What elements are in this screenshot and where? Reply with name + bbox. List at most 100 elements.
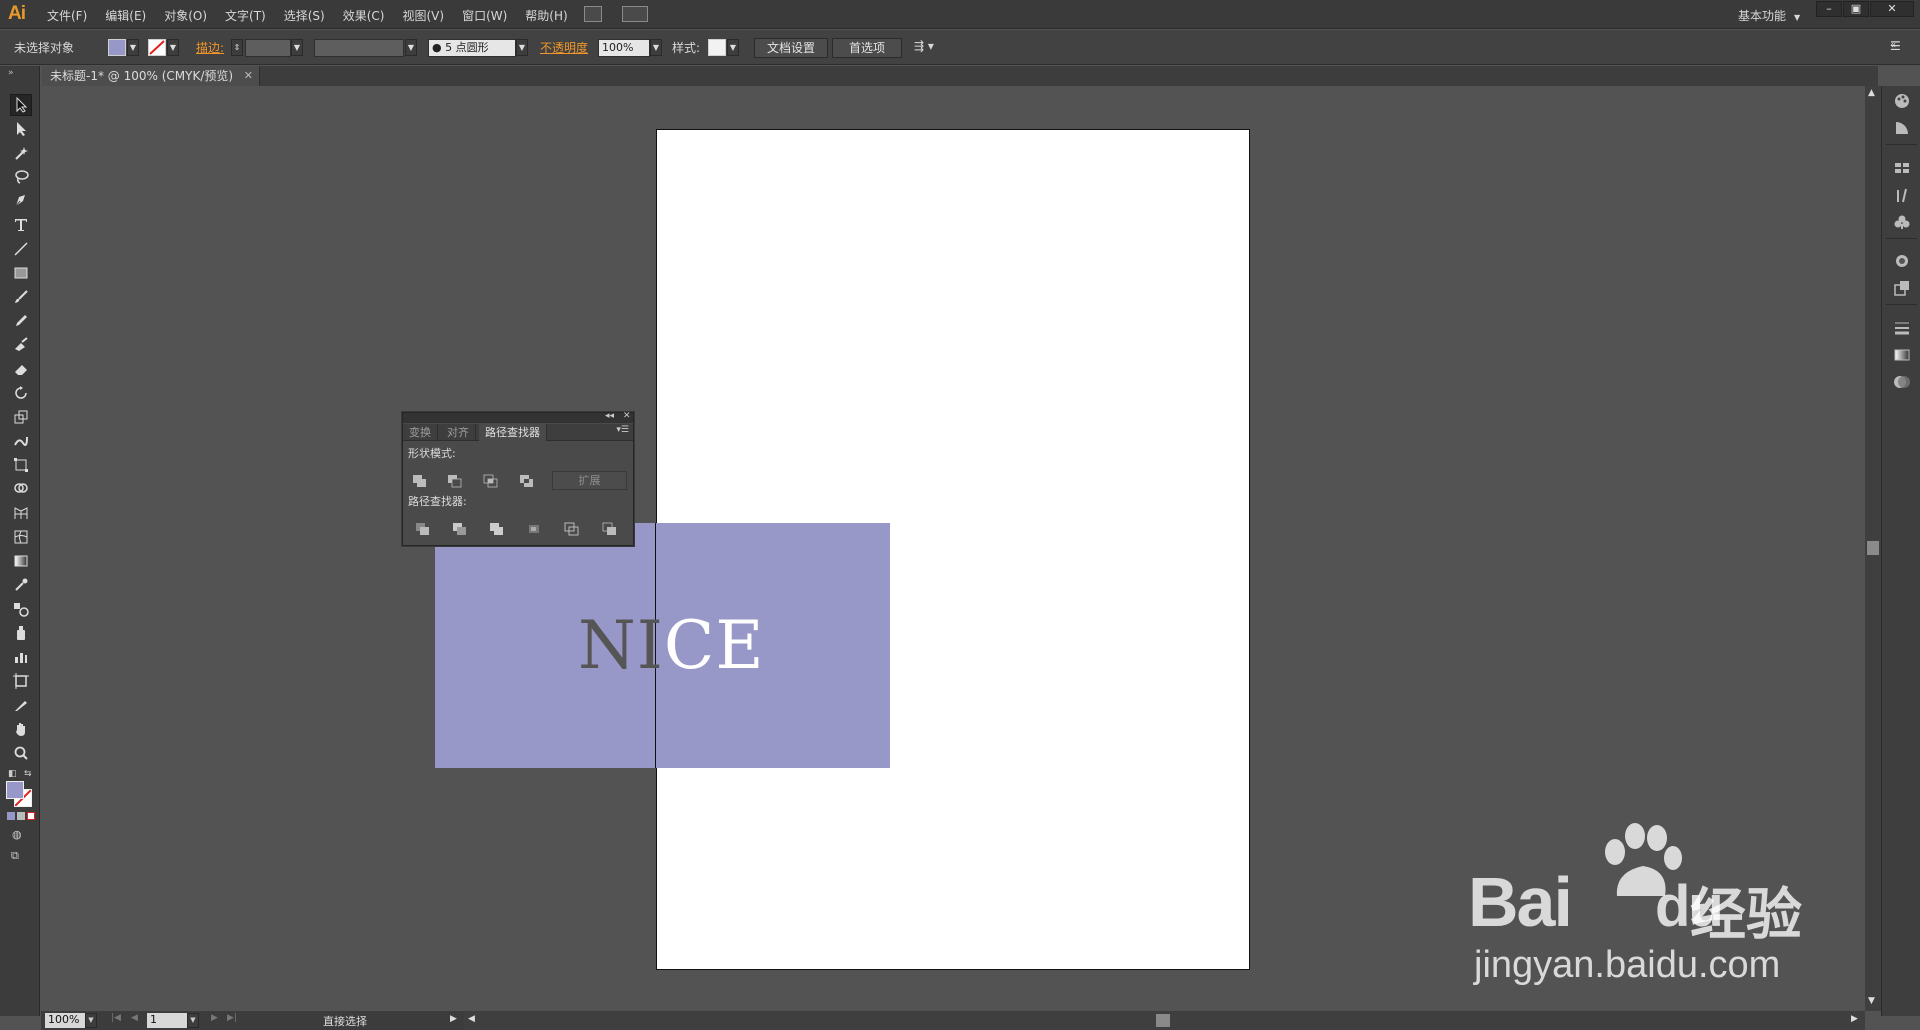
opacity-dropdown[interactable]: ▼ xyxy=(650,39,662,56)
perspective-grid-tool[interactable] xyxy=(10,502,32,524)
swap-colors-icon[interactable]: ⇆ xyxy=(24,769,32,779)
unite-button[interactable] xyxy=(412,474,428,488)
bridge-icon[interactable] xyxy=(584,6,602,22)
vertical-scrollbar[interactable]: ▲ ▼ xyxy=(1865,86,1881,1011)
rotate-tool[interactable] xyxy=(10,382,32,404)
horizontal-scroll-thumb[interactable] xyxy=(1156,1014,1170,1027)
last-artboard-icon[interactable]: ▶| xyxy=(227,1013,237,1023)
menu-view[interactable]: 视图(V) xyxy=(402,7,444,24)
merge-button[interactable] xyxy=(489,522,505,536)
preferences-button[interactable]: 首选项 xyxy=(832,38,902,58)
column-graph-tool[interactable] xyxy=(10,646,32,668)
transparency-icon[interactable] xyxy=(1893,373,1911,391)
draw-mode-icon[interactable]: ◍ xyxy=(12,828,22,841)
gradient-tool[interactable] xyxy=(10,550,32,572)
hand-tool[interactable] xyxy=(10,718,32,740)
color-mode-icon[interactable] xyxy=(7,812,15,820)
brushes-icon[interactable] xyxy=(1893,186,1911,204)
artboard-number-field[interactable]: 1 xyxy=(147,1013,187,1028)
stroke-none-swatch[interactable] xyxy=(148,39,166,56)
graphic-style-dropdown[interactable]: ▼ xyxy=(727,39,739,56)
zoom-dropdown[interactable]: ▼ xyxy=(85,1013,97,1028)
line-tool[interactable] xyxy=(10,238,32,260)
rectangle-tool[interactable] xyxy=(10,262,32,284)
scroll-left-icon[interactable]: ◀ xyxy=(468,1014,475,1024)
minus-back-button[interactable] xyxy=(602,522,618,536)
outline-button[interactable] xyxy=(564,522,580,536)
appearance-icon[interactable] xyxy=(1893,252,1911,270)
trim-button[interactable] xyxy=(452,522,468,536)
lasso-tool[interactable] xyxy=(10,166,32,188)
nice-text-object[interactable]: NICE xyxy=(578,613,765,679)
panel-menu-icon[interactable]: ▾☰ xyxy=(616,425,629,435)
prev-artboard-icon[interactable]: ◀ xyxy=(131,1013,138,1023)
intersect-button[interactable] xyxy=(483,474,499,488)
scroll-right-icon[interactable]: ▶ xyxy=(1851,1014,1858,1024)
exclude-button[interactable] xyxy=(519,474,535,488)
first-artboard-icon[interactable]: |◀ xyxy=(111,1013,121,1023)
shape-builder-tool[interactable] xyxy=(10,478,32,500)
stroke-weight-dropdown[interactable]: ▼ xyxy=(291,39,303,56)
warp-tool[interactable] xyxy=(10,430,32,452)
minimize-button[interactable]: – xyxy=(1816,1,1842,17)
next-artboard-icon[interactable]: ▶ xyxy=(211,1013,218,1023)
profile-dropdown[interactable]: ▼ xyxy=(405,39,417,56)
restore-button[interactable]: ▣ xyxy=(1843,1,1869,17)
color-guide-icon[interactable] xyxy=(1893,119,1911,137)
opacity-field[interactable]: 100% xyxy=(598,39,650,57)
collapse-dock-icon[interactable]: « xyxy=(1890,40,1896,51)
brush-definition-field[interactable]: ● 5 点圆形 xyxy=(428,39,516,57)
close-button[interactable]: ✕ xyxy=(1870,1,1914,17)
document-tab[interactable]: 未标题-1* @ 100% (CMYK/预览) ✕ xyxy=(42,66,260,86)
graphic-style-swatch[interactable] xyxy=(708,39,726,56)
direct-selection-tool[interactable] xyxy=(10,118,32,140)
eyedropper-tool[interactable] xyxy=(10,574,32,596)
blend-tool[interactable] xyxy=(10,598,32,620)
menu-type[interactable]: 文字(T) xyxy=(225,7,266,24)
stroke-label[interactable]: 描边: xyxy=(196,39,224,56)
document-setup-button[interactable]: 文档设置 xyxy=(754,38,828,58)
scale-tool[interactable] xyxy=(10,406,32,428)
stroke-weight-stepper[interactable]: ⇕ xyxy=(231,39,243,56)
variable-width-profile[interactable] xyxy=(314,39,404,57)
menu-window[interactable]: 窗口(W) xyxy=(462,7,507,24)
tab-pathfinder[interactable]: 路径查找器 xyxy=(479,424,547,441)
divide-button[interactable] xyxy=(415,522,431,536)
pen-tool[interactable] xyxy=(10,190,32,212)
zoom-tool[interactable] xyxy=(10,742,32,764)
workspace-switcher[interactable]: 基本功能 ▼ xyxy=(1738,7,1800,24)
menu-file[interactable]: 文件(F) xyxy=(47,7,87,24)
scroll-down-icon[interactable]: ▼ xyxy=(1868,996,1875,1006)
free-transform-tool[interactable] xyxy=(10,454,32,476)
fill-swatch[interactable] xyxy=(108,39,126,56)
gradient-mode-icon[interactable] xyxy=(17,812,25,820)
opacity-label[interactable]: 不透明度 xyxy=(540,39,588,56)
symbols-icon[interactable] xyxy=(1893,213,1911,231)
vertical-scroll-thumb[interactable] xyxy=(1867,541,1879,555)
slice-tool[interactable] xyxy=(10,694,32,716)
close-tab-icon[interactable]: ✕ xyxy=(244,66,253,86)
graphic-styles-icon[interactable] xyxy=(1893,279,1911,297)
menu-help[interactable]: 帮助(H) xyxy=(525,7,567,24)
artboard-dropdown[interactable]: ▼ xyxy=(187,1013,199,1028)
blob-brush-tool[interactable] xyxy=(10,334,32,356)
stroke-dropdown-arrow[interactable]: ▼ xyxy=(167,39,179,56)
brush-dropdown[interactable]: ▼ xyxy=(516,39,528,56)
crop-button[interactable] xyxy=(526,522,542,536)
mesh-tool[interactable] xyxy=(10,526,32,548)
paintbrush-tool[interactable] xyxy=(10,286,32,308)
tab-transform[interactable]: 变换 xyxy=(403,424,438,441)
tab-align[interactable]: 对齐 xyxy=(441,424,476,441)
arrange-options-icon[interactable]: ⇶ ▾ xyxy=(914,39,934,53)
swatches-icon[interactable] xyxy=(1893,159,1911,177)
eraser-tool[interactable] xyxy=(10,358,32,380)
menu-edit[interactable]: 编辑(E) xyxy=(105,7,146,24)
horizontal-scrollbar[interactable]: ◀ ▶ xyxy=(464,1011,1865,1030)
symbol-sprayer-tool[interactable] xyxy=(10,622,32,644)
stroke-weight-field[interactable] xyxy=(245,39,291,57)
color-panel-icon[interactable] xyxy=(1893,92,1911,110)
collapse-panel-icon[interactable]: ◂◂ xyxy=(605,411,614,421)
gradient-panel-icon[interactable] xyxy=(1893,346,1911,364)
fill-color-swatch[interactable] xyxy=(6,781,24,799)
menu-effect[interactable]: 效果(C) xyxy=(343,7,385,24)
